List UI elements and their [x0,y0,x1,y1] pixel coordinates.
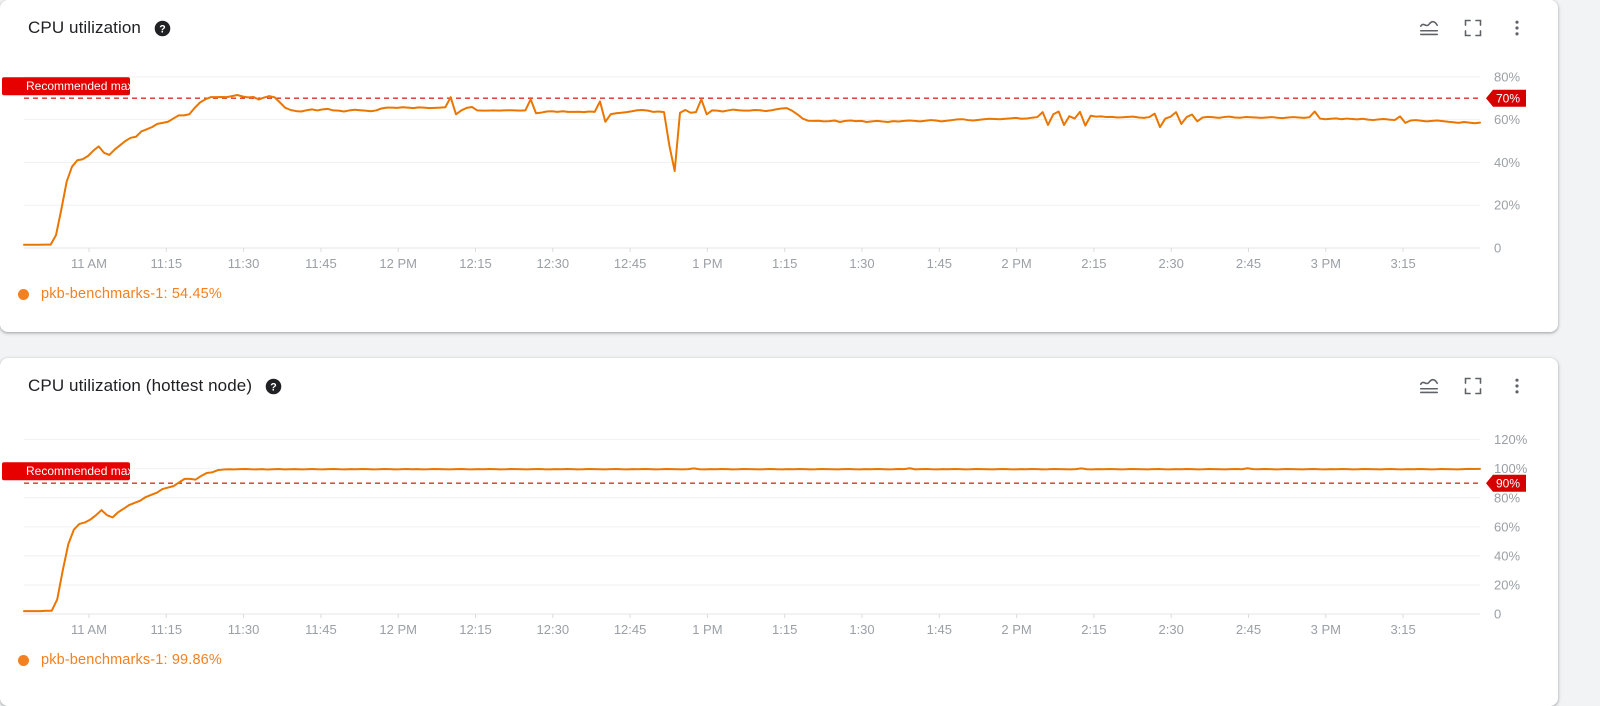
x-axis-tick-label: 1:15 [772,622,797,637]
x-axis-tick-label: 1:30 [849,622,874,637]
series-line-pkb-benchmarks-1 [23,467,1481,613]
x-axis-tick-label: 11 AM [71,256,107,271]
page-title: CPU utilization [28,18,141,37]
chart-legend-icon[interactable] [1418,17,1440,39]
x-axis-tick-label: 1:30 [849,256,874,271]
overflow-menu-icon[interactable] [1506,375,1528,397]
svg-text:?: ? [270,381,276,393]
x-axis-tick-label: 11:45 [305,256,337,271]
svg-text:?: ? [159,23,165,35]
threshold-value-label: 70% [1496,92,1520,106]
x-axis-tick-label: 2:30 [1159,256,1184,271]
help-circle-icon[interactable]: ? [154,20,171,37]
x-axis-tick-label: 1 PM [692,622,722,637]
y-axis-tick-label: 0 [1494,607,1501,622]
y-axis-tick-label: 0 [1494,241,1501,256]
x-axis-tick-label: 11:15 [151,256,183,271]
y-axis-tick-label: 80% [1494,490,1520,505]
x-axis-tick-label: 12 PM [379,622,417,637]
chart-legend[interactable]: pkb-benchmarks-1: 54.45% [0,276,1558,312]
legend-label: pkb-benchmarks-1: 99.86% [41,652,222,668]
x-axis-tick-label: 2 PM [1001,622,1031,637]
x-axis-tick-label: 11:30 [228,256,260,271]
x-axis-tick-label: 1:45 [927,256,952,271]
x-axis-tick-label: 2 PM [1001,256,1031,271]
x-axis-tick-label: 12:45 [614,256,647,271]
x-axis-tick-label: 2:15 [1081,622,1106,637]
y-axis-tick-label: 40% [1494,155,1520,170]
x-axis-tick-label: 12:30 [537,622,570,637]
dashboard-page: CPU utilization ? 0 20% 40% 60% 80% 11 A… [0,0,1600,706]
y-axis-tick-label: 60% [1494,519,1520,534]
threshold-value-badge: 90% [1486,474,1526,492]
card-header: CPU utilization (hottest node) ? [0,358,1558,414]
x-axis-tick-label: 12:45 [614,622,647,637]
y-axis-tick-label: 80% [1494,69,1520,84]
x-axis-tick-label: 2:45 [1236,256,1261,271]
x-axis-tick-label: 1:45 [927,622,952,637]
x-axis-tick-label: 2:30 [1159,622,1184,637]
page-title: CPU utilization (hottest node) [28,376,253,395]
x-axis-tick-label: 3:15 [1390,256,1415,271]
chart-plot-area[interactable]: 0 20% 40% 60% 80% 11 AM 11:15 11:30 11:45 12 PM 12… [0,56,1558,276]
y-axis-tick-label: 20% [1494,577,1520,592]
x-axis-tick-label: 11 AM [71,622,107,637]
x-axis-tick-label: 3 PM [1311,622,1341,637]
y-axis-tick-label: 20% [1494,198,1520,213]
card-actions [1418,17,1544,39]
y-axis-tick-label: 100% [1494,461,1528,476]
threshold-badge-label: Recommended max [26,464,133,478]
chart-legend[interactable]: pkb-benchmarks-1: 99.86% [0,642,1558,678]
fullscreen-icon[interactable] [1462,17,1484,39]
x-axis-tick-label: 11:45 [305,622,337,637]
card-header: CPU utilization ? [0,0,1558,56]
threshold-badge-label: Recommended max [26,79,133,93]
legend-label: pkb-benchmarks-1: 54.45% [41,286,222,302]
y-axis-tick-label: 120% [1494,432,1528,447]
x-axis-tick-label: 2:45 [1236,622,1261,637]
legend-marker-icon [18,288,29,300]
chart-plot-area[interactable]: 0 20% 40% 60% 80% 100% 120% 11 AM 11:15 11:30 11:4… [0,414,1558,642]
threshold-value-badge: 70% [1486,89,1526,107]
card-actions [1418,375,1544,397]
y-axis-tick-label: 40% [1494,548,1520,563]
chart-card-cpu-utilization-hottest-node: CPU utilization (hottest node) ? 0 20% 4… [0,358,1558,706]
line-chart-svg: 0 20% 40% 60% 80% 100% 120% 11 AM 11:15 11:30 11:4… [2,432,1528,637]
x-axis-tick-label: 2:15 [1081,256,1106,271]
x-axis-tick-label: 12:15 [459,622,492,637]
overflow-menu-icon[interactable] [1506,17,1528,39]
chart-legend-icon[interactable] [1418,375,1440,397]
fullscreen-icon[interactable] [1462,375,1484,397]
x-axis-tick-label: 12 PM [379,256,417,271]
legend-marker-icon [18,654,29,666]
y-axis-tick-label: 60% [1494,112,1520,127]
line-chart-svg: 0 20% 40% 60% 80% 11 AM 11:15 11:30 11:45 12 PM 12… [2,69,1526,271]
help-circle-icon[interactable]: ? [265,378,282,395]
x-axis-tick-label: 11:30 [228,622,260,637]
threshold-value-label: 90% [1496,477,1520,491]
x-axis-tick-label: 1:15 [772,256,797,271]
x-axis-tick-label: 1 PM [692,256,722,271]
x-axis-tick-label: 3:15 [1390,622,1415,637]
x-axis-tick-label: 11:15 [151,622,183,637]
x-axis-tick-label: 12:30 [537,256,570,271]
series-line-pkb-benchmarks-1 [23,94,1481,246]
x-axis-tick-label: 12:15 [459,256,492,271]
x-axis-tick-label: 3 PM [1311,256,1341,271]
chart-card-cpu-utilization: CPU utilization ? 0 20% 40% 60% 80% 11 A… [0,0,1558,332]
